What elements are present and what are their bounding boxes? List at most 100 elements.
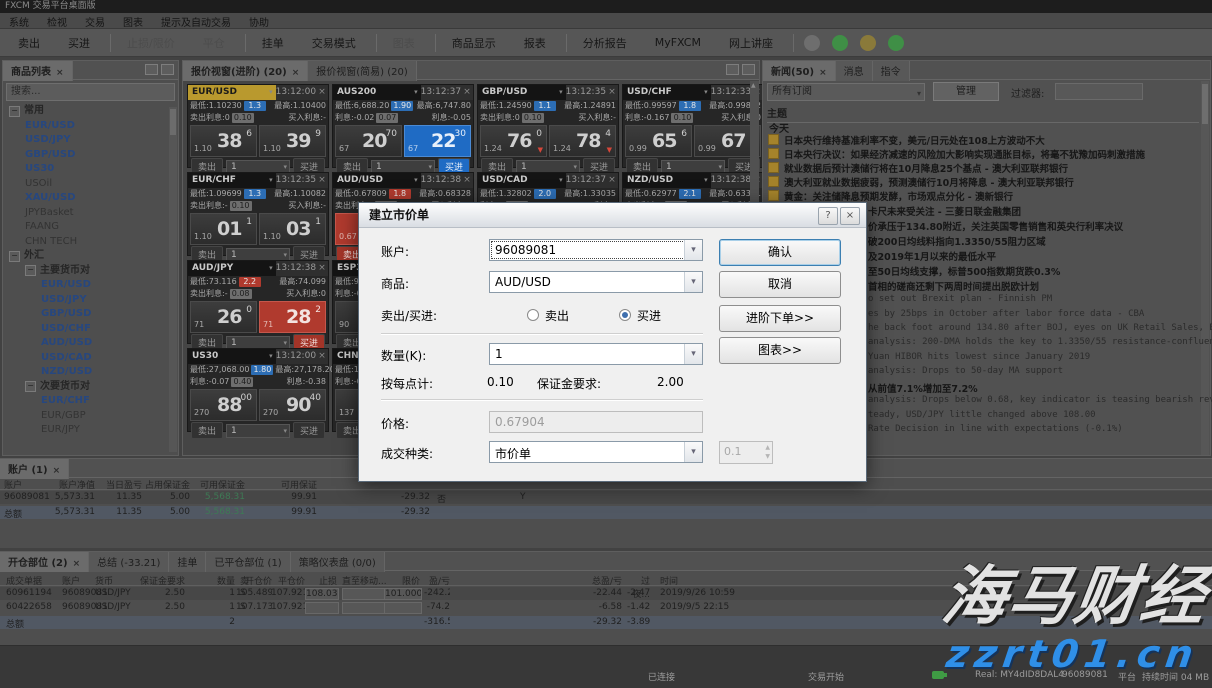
subscription-select[interactable]: 所有订阅: [767, 83, 925, 101]
buy-price-button[interactable]: 1.10399: [259, 125, 326, 157]
sell-radio[interactable]: [527, 309, 539, 321]
toolbar-button-MyFXCM[interactable]: MyFXCM: [643, 32, 713, 53]
close-tile-icon[interactable]: ×: [316, 173, 328, 188]
toolbar-button-买进[interactable]: 买进: [56, 31, 102, 55]
record-icon[interactable]: [804, 35, 820, 51]
positions-tab[interactable]: 挂单: [169, 552, 206, 572]
tree-item-FAANG[interactable]: FAANG: [3, 220, 178, 235]
tree-expander-icon[interactable]: −: [9, 251, 20, 262]
tile-symbol[interactable]: AUS200▾: [333, 85, 421, 100]
chevron-down-icon[interactable]: ▾: [704, 173, 708, 188]
tree-item-NZD/USD[interactable]: NZD/USD: [3, 365, 178, 380]
positions-tab[interactable]: 开仓部位 (2)×: [0, 552, 89, 572]
refresh-icon[interactable]: [832, 35, 848, 51]
tree-item-EUR/GBP[interactable]: EUR/GBP: [3, 409, 178, 424]
sell-price-button[interactable]: 0.99656: [625, 125, 692, 157]
news-item[interactable]: 日本央行维持基准利率不变，美元/日元处在108上方波动不大: [768, 133, 1045, 147]
close-tile-icon[interactable]: ×: [316, 261, 328, 276]
buy-radio[interactable]: [619, 309, 631, 321]
buy-price-button[interactable]: 1.24784▼: [549, 125, 616, 157]
tile-symbol[interactable]: USD/CAD▾: [478, 173, 566, 188]
quotes-tab[interactable]: 报价视窗(简易) (20): [308, 61, 417, 81]
chevron-down-icon[interactable]: ▾: [269, 349, 273, 364]
tree-item-USD/CHF[interactable]: USD/CHF: [3, 322, 178, 337]
order-type-select[interactable]: 市价单▾: [489, 441, 703, 463]
news-item[interactable]: analysis: Drops to 50-day MA support: [868, 366, 1063, 376]
chevron-down-icon[interactable]: ▾: [559, 85, 563, 100]
news-item[interactable]: 价承压于134.80附近，关注英国零售销售和英央行利率决议: [868, 219, 1123, 233]
menu-item-提示及自动交易[interactable]: 提示及自动交易: [152, 13, 240, 30]
toolbar-button-网上讲座[interactable]: 网上讲座: [717, 31, 785, 55]
tree-item-次要货币对[interactable]: −次要货币对: [3, 380, 178, 395]
tree-expander-icon[interactable]: −: [25, 381, 36, 392]
positions-tab[interactable]: 策略仪表盘 (0/0): [291, 552, 385, 572]
news-tab[interactable]: 消息: [836, 61, 873, 81]
news-item[interactable]: 破200日均线料指向1.3350/55阻力区域: [868, 234, 1046, 248]
news-item[interactable]: 首相的磋商还剩下两周时间提出脱欧计划: [868, 279, 1039, 293]
sell-price-button[interactable]: 672070: [335, 125, 402, 157]
tree-item-USOil[interactable]: USOil: [3, 177, 178, 192]
toolbar-button-报表[interactable]: 报表: [512, 31, 558, 55]
close-tile-icon[interactable]: ×: [606, 173, 618, 188]
confirm-button[interactable]: 确认: [719, 239, 841, 266]
tree-item-GBP/USD[interactable]: GBP/USD: [3, 148, 178, 163]
news-item[interactable]: Rate Decision in line with expectations …: [868, 424, 1123, 434]
buy-price-button[interactable]: 672230: [404, 125, 471, 157]
tree-item-常用[interactable]: −常用: [3, 104, 178, 119]
menu-item-图表[interactable]: 图表: [114, 13, 152, 30]
menu-item-检视[interactable]: 检视: [38, 13, 76, 30]
close-tile-icon[interactable]: ×: [606, 85, 618, 100]
tree-item-GBP/USD[interactable]: GBP/USD: [3, 307, 178, 322]
tree-item-XAU/USD[interactable]: XAU/USD: [3, 191, 178, 206]
panel-icon[interactable]: [161, 64, 174, 75]
chevron-down-icon[interactable]: ▾: [704, 85, 708, 100]
accounts-tab[interactable]: 账户 (1)×: [0, 459, 69, 479]
cancel-button[interactable]: 取消: [719, 271, 841, 298]
advanced-order-button[interactable]: 进阶下单>>: [719, 305, 841, 332]
close-tab-icon[interactable]: ×: [56, 68, 64, 78]
close-tile-icon[interactable]: ×: [461, 85, 473, 100]
manage-button[interactable]: 管理: [933, 82, 999, 101]
menu-item-协助[interactable]: 协助: [240, 13, 278, 30]
sell-price-button[interactable]: 2708800: [190, 389, 257, 421]
sell-price-button[interactable]: 1.24760▼: [480, 125, 547, 157]
close-tile-icon[interactable]: ×: [316, 349, 328, 364]
filter-input[interactable]: [1055, 83, 1143, 100]
sell-radio-label[interactable]: 卖出: [545, 307, 569, 324]
positions-tab[interactable]: 已平仓部位 (1): [206, 552, 290, 572]
tree-item-EUR/CHF[interactable]: EUR/CHF: [3, 394, 178, 409]
buy-price-button[interactable]: 2709040: [259, 389, 326, 421]
chevron-down-icon[interactable]: ▾: [269, 173, 273, 188]
tree-item-外汇[interactable]: −外汇: [3, 249, 178, 264]
amount-select[interactable]: 1▾: [489, 343, 703, 365]
tree-expander-icon[interactable]: −: [9, 106, 20, 117]
tree-item-US30[interactable]: US30: [3, 162, 178, 177]
sell-price-button[interactable]: 1.10386: [190, 125, 257, 157]
chevron-down-icon[interactable]: ▾: [684, 442, 702, 462]
positions-tab[interactable]: 总结 (-33.21): [89, 552, 169, 572]
sidebar-tab[interactable]: 商品列表×: [3, 61, 73, 81]
tile-windows-icon[interactable]: [742, 64, 755, 75]
news-item[interactable]: Yuan HIBOR hits lowest since January 201…: [868, 352, 1090, 362]
chevron-down-icon[interactable]: ▾: [414, 173, 418, 188]
toolbar-button-分析报告[interactable]: 分析报告: [571, 31, 639, 55]
chart-button[interactable]: 图表>>: [719, 337, 841, 364]
news-item[interactable]: 就业数据后预计澳储行将在10月降息25个基点 - 澳大利亚联邦银行: [768, 161, 1068, 175]
tree-item-AUD/USD[interactable]: AUD/USD: [3, 336, 178, 351]
news-item[interactable]: 澳大利亚就业数据疲弱，预测澳储行10月将降息 - 澳大利亚联邦银行: [768, 175, 1074, 189]
news-item[interactable]: he back foot around 134.80 after BOJ, ey…: [868, 323, 1212, 333]
world-clock-icon[interactable]: [888, 35, 904, 51]
sell-price-button[interactable]: 71260: [190, 301, 257, 333]
chevron-down-icon[interactable]: ▾: [269, 85, 273, 100]
search-input[interactable]: 搜索...: [6, 83, 175, 101]
tree-item-主要货币对[interactable]: −主要货币对: [3, 264, 178, 279]
buy-radio-label[interactable]: 买进: [637, 307, 661, 324]
news-item[interactable]: 卡尺未来受关注 - 三菱日联金融集团: [868, 204, 1021, 218]
close-tab-icon[interactable]: ×: [819, 68, 827, 78]
news-item[interactable]: es by 25bps in October after labor force…: [868, 309, 1144, 319]
toolbar-button-卖出[interactable]: 卖出: [6, 31, 52, 55]
amount-select[interactable]: 1: [226, 424, 290, 438]
tile-symbol[interactable]: EUR/CHF▾: [188, 173, 276, 188]
account-select[interactable]: 96089081▾: [489, 239, 703, 261]
news-item[interactable]: 日本央行决议：如果经济减速的风险加大影响实现通胀目标，将毫不犹豫加码刺激措施: [768, 147, 1145, 161]
